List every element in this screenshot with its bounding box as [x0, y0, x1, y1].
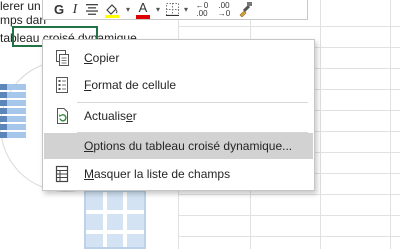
context-menu: Copier Format de cellule Actualiser Opti… — [42, 39, 315, 191]
menu-item-format-cells[interactable]: Format de cellule — [44, 72, 313, 98]
align-center-button[interactable] — [83, 1, 101, 19]
copy-icon — [56, 50, 69, 66]
font-color-dropdown[interactable]: ▾ — [153, 1, 163, 19]
align-center-icon — [86, 4, 98, 15]
column-gridline — [390, 0, 391, 249]
decrease-decimal-button[interactable]: .00 →0 — [213, 1, 235, 19]
font-color-letter: A — [138, 0, 148, 15]
row-gridline — [178, 215, 400, 216]
row-gridline — [178, 194, 400, 195]
pivot-grid-illustration-icon — [84, 190, 146, 249]
fill-color-dropdown[interactable]: ▾ — [123, 1, 133, 19]
decrease-decimal-icon: .00 →0 — [217, 1, 231, 18]
format-painter-button[interactable] — [235, 1, 255, 19]
refresh-icon — [57, 108, 68, 124]
menu-item-copy[interactable]: Copier — [44, 45, 313, 71]
format-cells-icon — [56, 77, 68, 93]
menu-item-refresh[interactable]: Actualiser — [44, 103, 313, 129]
menu-item-pivot-options-label: Options du tableau croisé dynamique... — [84, 139, 293, 153]
font-color-button[interactable]: A — [133, 1, 153, 19]
italic-button[interactable]: I — [67, 1, 83, 19]
borders-icon — [165, 3, 179, 16]
column-gridline — [320, 0, 321, 249]
paint-bucket-icon — [105, 3, 119, 18]
fill-color-button[interactable] — [101, 1, 123, 19]
menu-item-hide-field-list[interactable]: Masquer la liste de champs — [44, 161, 313, 187]
increase-decimal-button[interactable]: ←0 .00 — [191, 1, 213, 19]
menu-item-format-cells-label: Format de cellule — [84, 78, 177, 92]
row-gridline — [178, 236, 400, 237]
row-gridline — [178, 26, 400, 27]
menu-item-copy-label: Copier — [84, 51, 120, 65]
format-painter-icon — [239, 2, 252, 17]
increase-decimal-bottom: .00 — [196, 8, 208, 18]
decrease-decimal-bottom: →0 — [217, 8, 231, 18]
bold-button[interactable]: G — [51, 1, 67, 19]
menu-item-refresh-label: Actualiser — [84, 109, 137, 123]
increase-decimal-icon: ←0 .00 — [196, 1, 208, 18]
font-color-swatch — [136, 14, 150, 19]
borders-button[interactable] — [163, 1, 181, 19]
mini-toolbar: G I ▾ A ▾ ▾ ←0 .00 .00 →0 — [42, 0, 308, 20]
sheet-text-line-2: mps dan — [0, 13, 47, 27]
menu-item-pivot-options[interactable]: Options du tableau croisé dynamique... — [44, 133, 313, 159]
menu-item-hide-field-list-label: Masquer la liste de champs — [84, 167, 231, 181]
borders-dropdown[interactable]: ▾ — [181, 1, 191, 19]
sheet-text-line-1: lerer un — [0, 0, 41, 13]
pivot-table-illustration-icon — [0, 84, 26, 146]
field-list-icon — [55, 165, 69, 183]
